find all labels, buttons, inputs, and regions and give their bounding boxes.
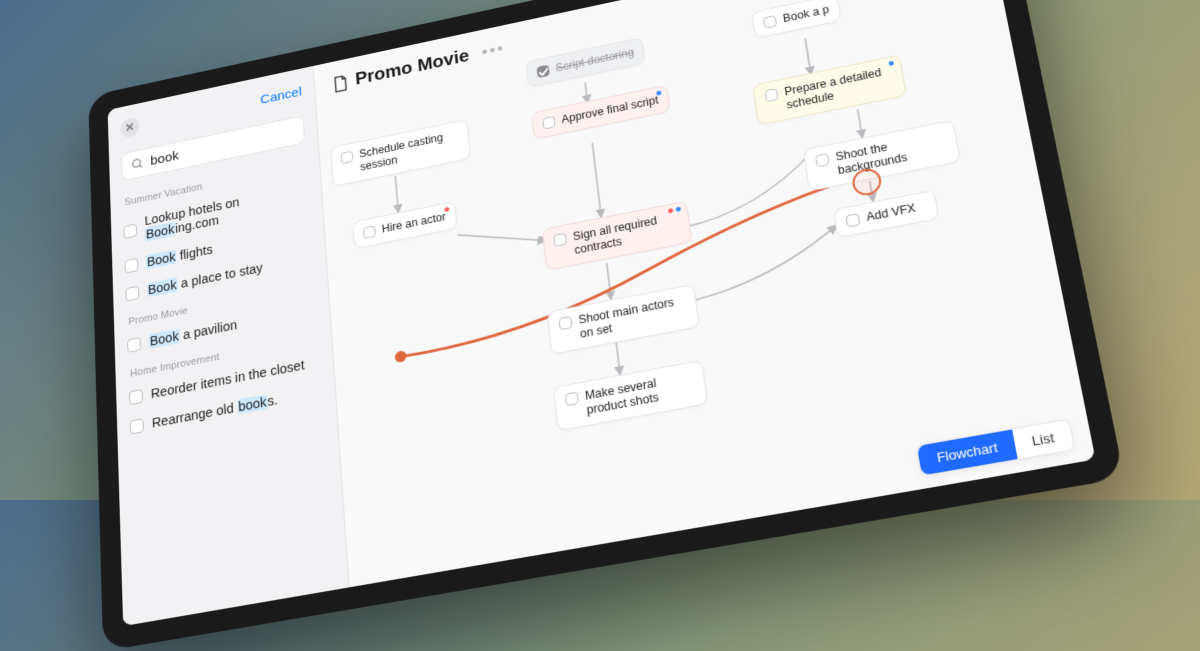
flowchart-node-approve-script[interactable]: Approve final script [531,85,671,140]
node-tags [888,61,894,66]
cancel-button[interactable]: Cancel [260,84,302,107]
checkbox-icon[interactable] [363,225,376,239]
node-label: Shoot main actors on set [578,293,688,341]
flowchart-node-product-shots[interactable]: Make several product shots [553,360,708,432]
more-icon[interactable]: ••• [481,40,506,62]
node-tags [656,90,661,95]
flowchart-node-hire-actor[interactable]: Hire an actor [352,201,457,249]
node-label: Approve final script [561,94,659,127]
node-label: Schedule casting session [359,128,460,174]
checkbox-icon[interactable] [125,257,139,273]
checkbox-icon[interactable] [537,65,550,79]
checkbox-icon[interactable] [341,151,354,165]
flowchart-node-schedule-casting[interactable]: Schedule casting session [330,119,471,187]
node-label: Add VFX [865,201,916,224]
checkbox-icon[interactable] [558,316,572,330]
checkbox-icon[interactable] [764,88,778,102]
flowchart-node-sign-contracts[interactable]: Sign all required contracts [542,201,693,271]
checkbox-icon[interactable] [565,391,579,406]
checkbox-icon[interactable] [127,336,141,352]
node-tags [444,207,449,212]
node-label: Make several product shots [584,369,696,418]
node-label: Shoot the backgrounds [835,129,949,178]
view-toggle: Flowchart List [916,418,1075,476]
checkbox-icon[interactable] [763,15,777,29]
close-icon[interactable]: ✕ [120,117,140,139]
search-icon [131,156,145,171]
checkbox-icon[interactable] [129,389,143,405]
connectors-layer [316,0,1095,587]
search-sidebar: ✕ Cancel Summer Vacation Lookup hotels o… [108,66,350,626]
checkbox-icon[interactable] [130,418,144,434]
flowchart-node-prepare-schedule[interactable]: Prepare a detailed schedule [752,55,907,126]
checkbox-icon[interactable] [125,285,139,301]
flowchart-node-shoot-backgrounds[interactable]: Shoot the backgrounds [803,120,961,192]
node-label: Book a p [782,3,830,25]
checkbox-icon[interactable] [123,223,137,239]
checkbox-icon[interactable] [845,213,860,228]
document-icon [332,73,348,93]
checkbox-icon[interactable] [542,116,555,130]
flowchart-toggle-button[interactable]: Flowchart [917,430,1017,476]
node-label: Prepare a detailed schedule [784,64,895,112]
canvas-area[interactable]: Script doctoring Schedule casting sessio… [316,0,1095,587]
tablet-frame: ✕ Cancel Summer Vacation Lookup hotels o… [88,0,1124,651]
flowchart-node-shoot-main[interactable]: Shoot main actors on set [547,284,700,355]
checkbox-icon[interactable] [815,153,830,167]
node-label: Hire an actor [381,210,446,236]
flowchart-canvas[interactable]: Promo Movie ••• [314,0,1096,587]
app-screen: ✕ Cancel Summer Vacation Lookup hotels o… [108,0,1096,626]
list-toggle-button[interactable]: List [1012,420,1074,459]
node-label: Sign all required contracts [572,210,680,258]
checkbox-icon[interactable] [553,233,567,247]
flowchart-node-add-vfx[interactable]: Add VFX [833,190,940,238]
